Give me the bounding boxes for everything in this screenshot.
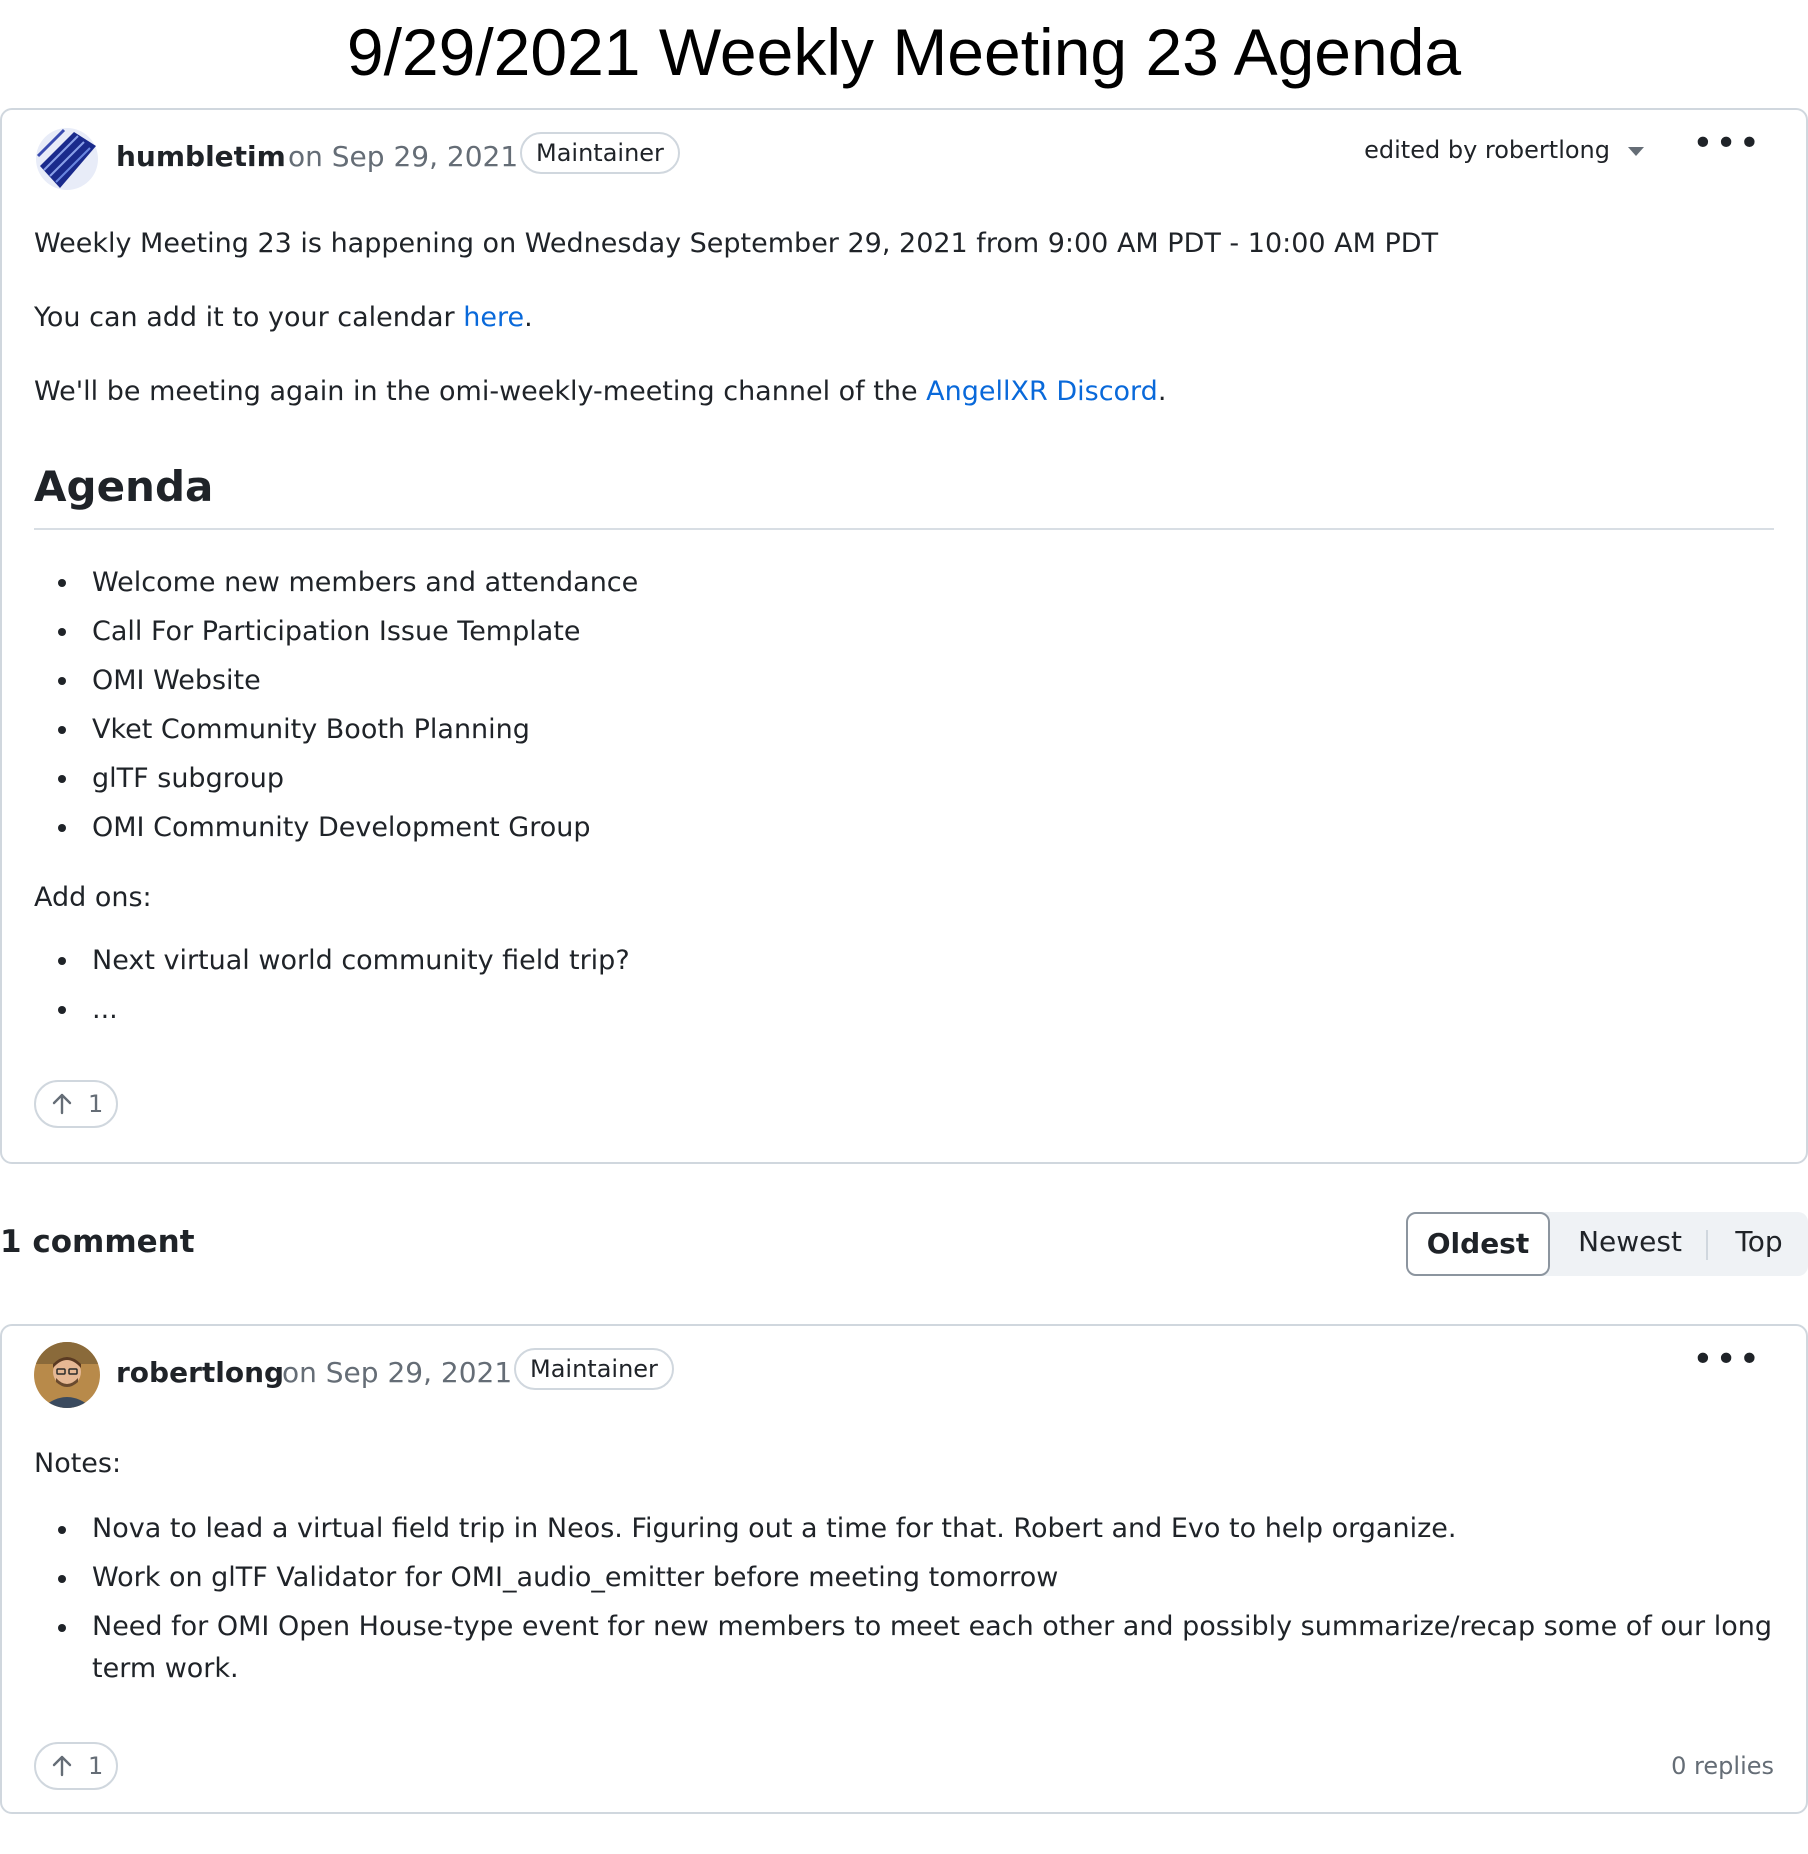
list-item: glTF subgroup — [34, 754, 638, 803]
notes-label: Notes: — [34, 1448, 122, 1479]
addons-list: Next virtual world community field trip?… — [34, 936, 630, 1034]
chevron-down-icon — [1628, 146, 1644, 156]
maintainer-badge: Maintainer — [520, 132, 680, 174]
upvote-count: 1 — [88, 1090, 104, 1118]
edit-history-dropdown[interactable]: edited by robertlong — [1364, 136, 1644, 164]
comment-sort-toggle: Oldest Newest Top — [1406, 1212, 1808, 1276]
upvote-count: 1 — [88, 1752, 104, 1780]
discord-suffix: . — [1157, 376, 1167, 407]
list-item: Need for OMI Open House-type event for n… — [34, 1606, 1792, 1690]
list-item: Next virtual world community field trip? — [34, 936, 630, 985]
maintainer-badge: Maintainer — [514, 1348, 674, 1390]
arrow-up-icon — [52, 1093, 72, 1115]
calendar-suffix: . — [524, 302, 533, 333]
comment-date[interactable]: on Sep 29, 2021 — [282, 1356, 512, 1389]
agenda-heading: Agenda — [34, 462, 214, 511]
list-item: Nova to lead a virtual field trip in Neo… — [34, 1508, 1792, 1550]
sort-newest-button[interactable]: Newest — [1556, 1212, 1704, 1276]
list-item: OMI Community Development Group — [34, 803, 638, 852]
avatar[interactable] — [34, 1342, 100, 1408]
avatar[interactable] — [34, 126, 100, 192]
sort-top-button[interactable]: Top — [1710, 1212, 1808, 1276]
edited-by-label: edited by robertlong — [1364, 136, 1610, 164]
discord-paragraph: We'll be meeting again in the omi-weekly… — [34, 376, 1166, 407]
arrow-up-icon — [52, 1755, 72, 1777]
comment: robertlong on Sep 29, 2021 Maintainer ••… — [0, 1324, 1808, 1814]
kebab-menu-icon[interactable]: ••• — [1692, 126, 1762, 162]
list-item: Welcome new members and attendance — [34, 558, 638, 607]
post-author[interactable]: humbletim — [116, 140, 286, 173]
notes-list: Nova to lead a virtual field trip in Neo… — [34, 1508, 1792, 1697]
discord-link[interactable]: AngellXR Discord — [926, 376, 1158, 407]
list-item: Vket Community Booth Planning — [34, 705, 638, 754]
comment-author[interactable]: robertlong — [116, 1356, 284, 1389]
addons-label: Add ons: — [34, 882, 152, 913]
post-date[interactable]: on Sep 29, 2021 — [288, 140, 518, 173]
post-header: humbletim on Sep 29, 2021 Maintainer edi… — [34, 126, 1774, 192]
upvote-button[interactable]: 1 — [34, 1080, 118, 1128]
sort-oldest-button[interactable]: Oldest — [1406, 1212, 1550, 1276]
calendar-paragraph: You can add it to your calendar here. — [34, 302, 533, 333]
upvote-button[interactable]: 1 — [34, 1742, 118, 1790]
discord-text: We'll be meeting again in the omi-weekly… — [34, 376, 927, 407]
list-item: Call For Participation Issue Template — [34, 607, 638, 656]
calendar-text: You can add it to your calendar — [34, 302, 464, 333]
list-item: ... — [34, 985, 630, 1034]
calendar-link[interactable]: here — [463, 302, 524, 333]
list-item: OMI Website — [34, 656, 638, 705]
avatar-image-icon — [34, 1342, 100, 1408]
kebab-menu-icon[interactable]: ••• — [1692, 1342, 1762, 1378]
comments-count-heading: 1 comment — [0, 1224, 195, 1260]
sort-divider — [1706, 1230, 1708, 1260]
meeting-time-paragraph: Weekly Meeting 23 is happening on Wednes… — [34, 228, 1439, 259]
discussion-post: humbletim on Sep 29, 2021 Maintainer edi… — [0, 108, 1808, 1164]
page-title: 9/29/2021 Weekly Meeting 23 Agenda — [346, 15, 1462, 89]
avatar-image-icon — [34, 126, 100, 192]
heading-divider — [34, 528, 1774, 530]
replies-count[interactable]: 0 replies — [1671, 1752, 1774, 1780]
agenda-list: Welcome new members and attendance Call … — [34, 558, 638, 852]
comment-header: robertlong on Sep 29, 2021 Maintainer ••… — [34, 1342, 1774, 1408]
list-item: Work on glTF Validator for OMI_audio_emi… — [34, 1557, 1792, 1599]
